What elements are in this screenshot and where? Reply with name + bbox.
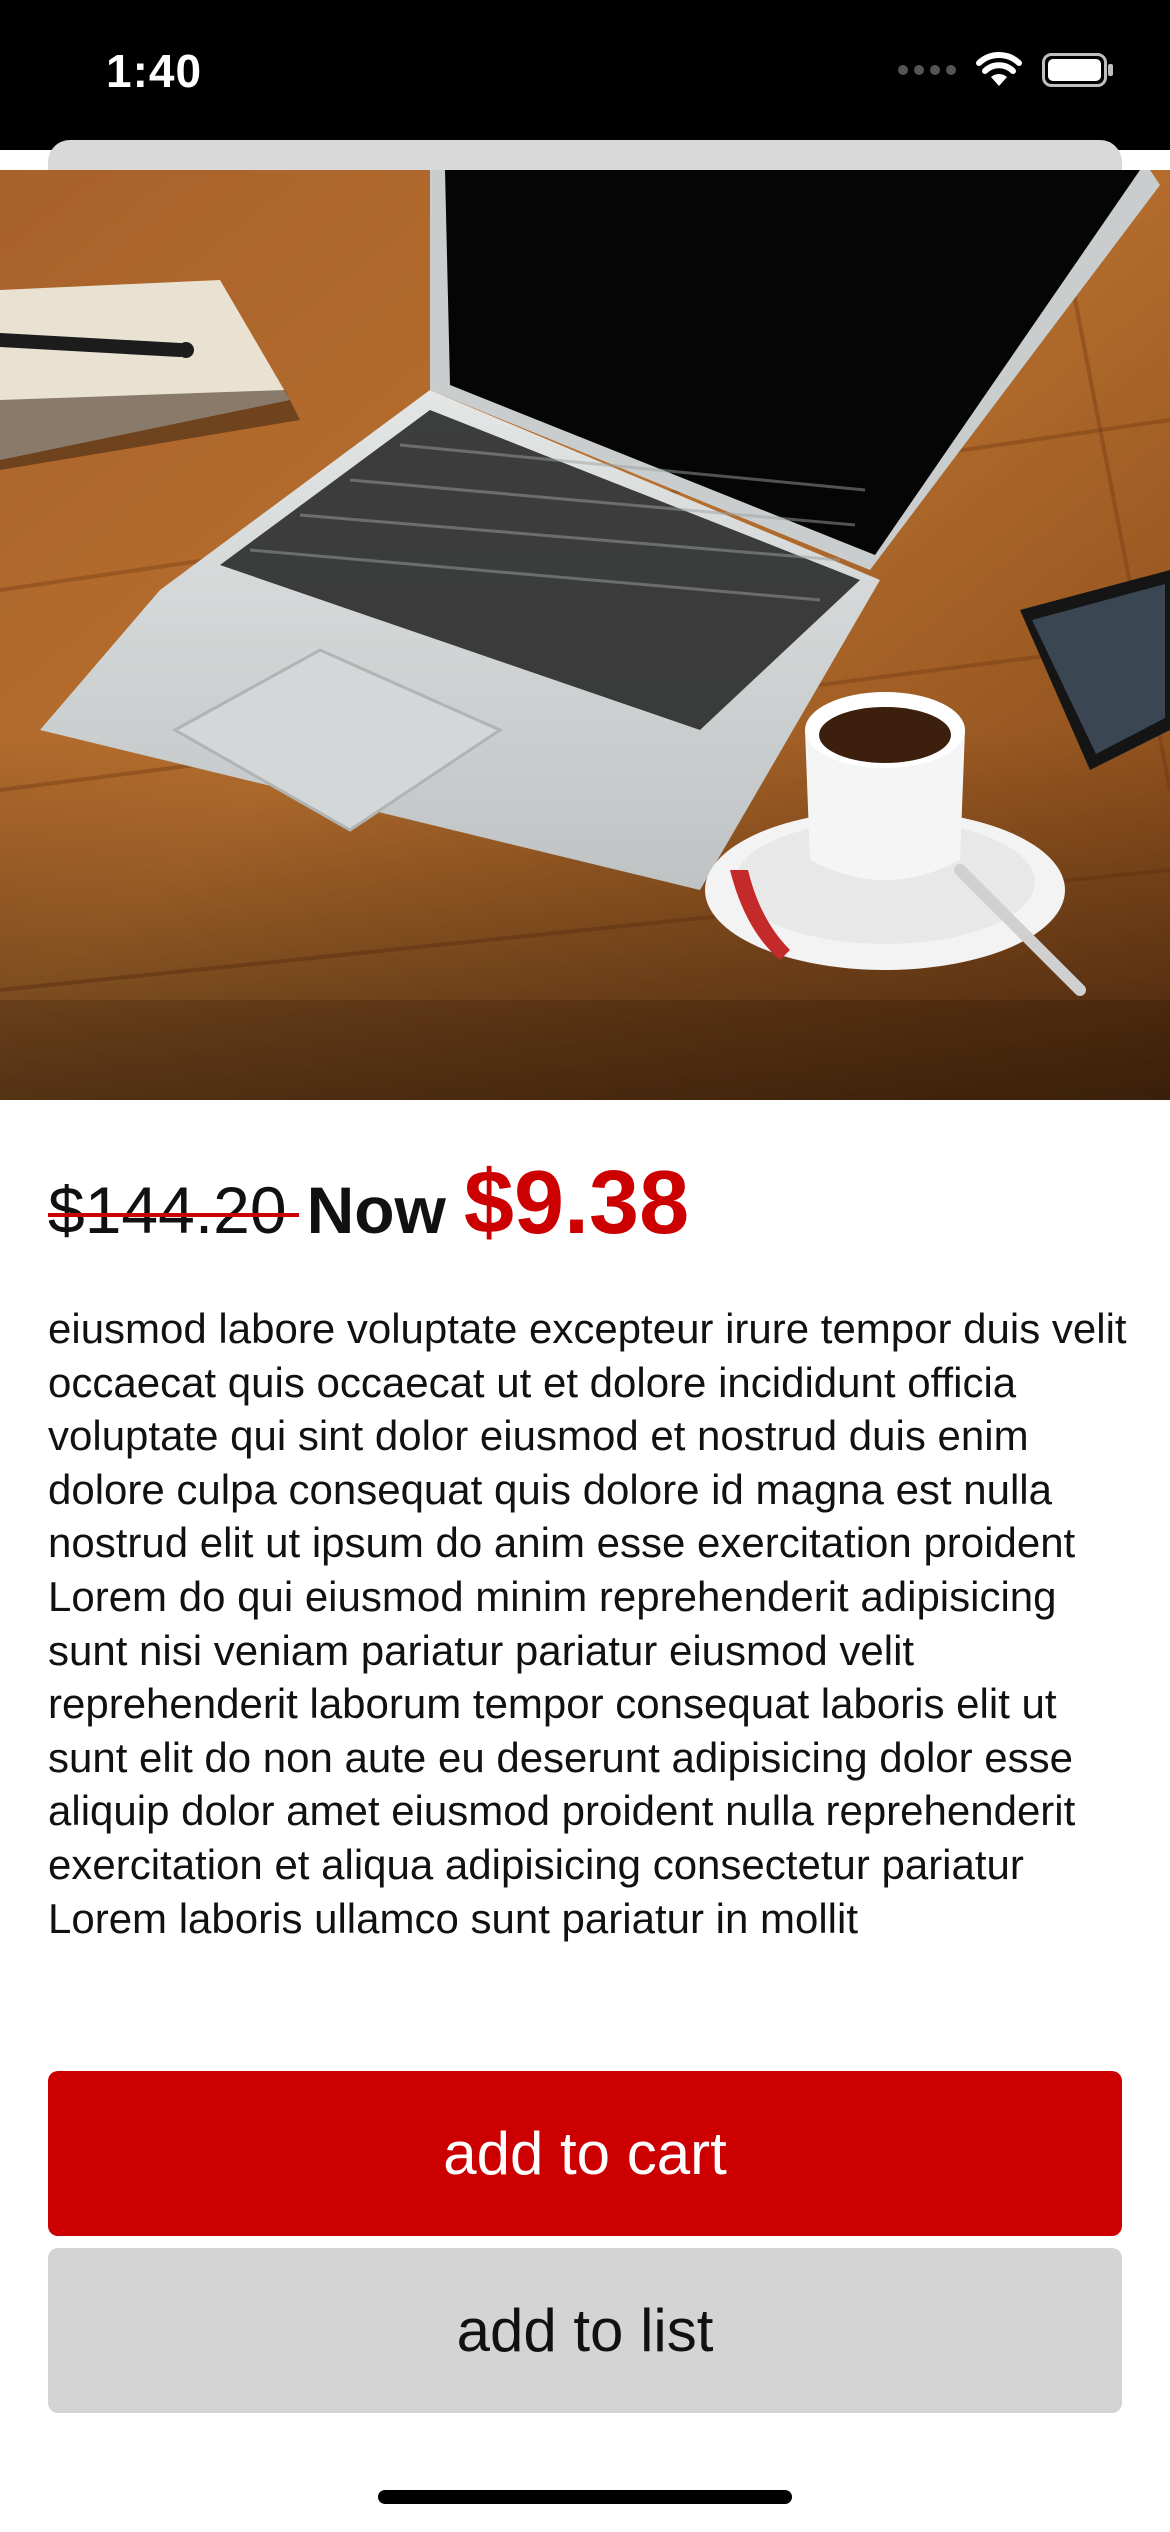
cellular-signal-icon — [898, 65, 956, 75]
status-bar: 1:40 — [0, 0, 1170, 150]
sale-price: $9.38 — [463, 1153, 690, 1253]
wifi-icon — [976, 52, 1022, 86]
home-indicator — [378, 2490, 792, 2504]
status-icons — [898, 52, 1114, 88]
now-label: Now — [306, 1173, 446, 1247]
add-to-cart-button[interactable]: add to cart — [48, 2071, 1122, 2236]
battery-icon — [1042, 53, 1113, 87]
original-price: $144.20 — [48, 1173, 299, 1247]
product-description: eiusmod labore voluptate excepteur irure… — [48, 1305, 1127, 1942]
product-image — [0, 170, 1170, 1100]
price-row: $144.20 Now $9.38 — [48, 1152, 689, 1255]
status-time: 1:40 — [106, 45, 203, 97]
add-to-list-button[interactable]: add to list — [48, 2248, 1122, 2413]
